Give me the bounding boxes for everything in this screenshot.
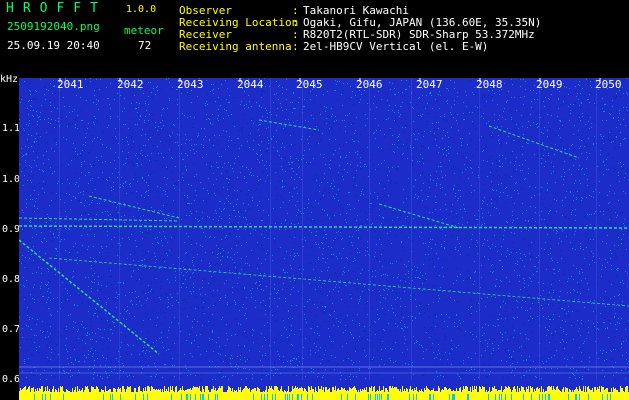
signal-trace — [19, 217, 180, 222]
interference-streak — [539, 78, 540, 380]
hrofft-window: HROFFT 1.0.0 2509192040.png meteor 25.09… — [0, 0, 629, 400]
signal-trace — [48, 257, 629, 307]
meteor-label: meteor — [124, 24, 164, 37]
x-tick-label: 2043 — [177, 78, 204, 91]
y-tick-label: 1.0 — [2, 174, 21, 185]
interference-streak — [179, 78, 180, 380]
signal-trace — [19, 225, 629, 229]
interference-streak — [411, 78, 412, 380]
timestamp: 25.09.19 20:40 — [7, 39, 100, 52]
y-tick-label: 0.8 — [2, 274, 21, 285]
info-label-antenna: Receiving antenna — [179, 40, 292, 53]
y-tick-label: 0.6 — [2, 374, 21, 385]
interference-streak — [270, 78, 271, 380]
meteor-count: 72 — [138, 39, 152, 52]
info-value-antenna: 2el-HB9CV Vertical (el. E-W) — [303, 40, 489, 53]
x-tick-label: 2049 — [536, 78, 563, 91]
interference-streak — [596, 78, 597, 380]
x-tick-label: 2042 — [117, 78, 144, 91]
interference-streak — [119, 78, 120, 380]
x-tick-label: 2045 — [296, 78, 323, 91]
y-axis-unit: kHz — [0, 74, 19, 85]
x-tick-label: 2047 — [416, 78, 443, 91]
spectrogram-plot — [19, 78, 629, 400]
signal-trace — [88, 195, 180, 219]
y-tick-label: 0.7 — [2, 324, 21, 335]
signal-trace — [258, 119, 320, 131]
interference-streak — [479, 78, 480, 380]
signal-trace — [378, 203, 460, 229]
file-name: 2509192040.png — [7, 20, 100, 33]
spectrogram-canvas — [19, 78, 629, 400]
interference-streak — [369, 78, 370, 380]
y-tick-label: 0.9 — [2, 224, 21, 235]
app-logo: HROFFT — [6, 1, 107, 16]
x-tick-label: 2048 — [476, 78, 503, 91]
x-tick-label: 2050 — [595, 78, 622, 91]
y-tick-label: 1.1 — [2, 123, 21, 134]
app-version: 1.0.0 — [126, 4, 157, 15]
x-tick-label: 2044 — [237, 78, 264, 91]
interference-streak — [302, 78, 303, 380]
noise-speckle — [19, 78, 629, 380]
x-tick-label: 2041 — [57, 78, 84, 91]
signal-trace — [488, 125, 580, 159]
interference-streak — [59, 78, 60, 380]
x-tick-label: 2046 — [356, 78, 383, 91]
info-separator: : — [292, 40, 299, 53]
